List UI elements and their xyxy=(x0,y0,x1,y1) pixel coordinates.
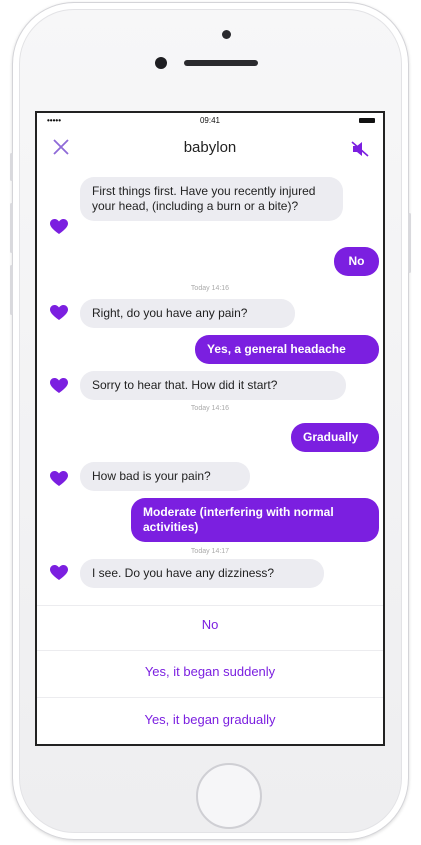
timestamp: Today 14:17 xyxy=(190,548,230,555)
earpiece-speaker xyxy=(184,60,258,66)
battery-icon xyxy=(359,118,375,123)
babylon-heart-avatar xyxy=(50,378,68,394)
power-button xyxy=(408,213,411,273)
status-time: 09:41 xyxy=(199,116,221,125)
user-message: No xyxy=(334,247,379,276)
nav-bar: babylon xyxy=(37,131,383,165)
bot-message: Sorry to hear that. How did it start? xyxy=(80,371,346,400)
option-no[interactable]: No xyxy=(37,617,383,632)
timestamp: Today 14:16 xyxy=(190,405,230,412)
front-camera xyxy=(155,57,167,69)
bot-message: How bad is your pain? xyxy=(80,462,250,491)
volume-up-button xyxy=(10,203,13,253)
chat-thread: First things first. Have you recently in… xyxy=(37,165,383,588)
babylon-heart-avatar xyxy=(50,565,68,581)
user-message: Gradually xyxy=(291,423,379,452)
divider xyxy=(37,650,383,651)
user-message: Yes, a general headache xyxy=(195,335,379,364)
speaker-muted-icon[interactable] xyxy=(351,141,369,157)
babylon-heart-avatar xyxy=(50,219,68,235)
answer-options: No Yes, it began suddenly Yes, it began … xyxy=(37,605,383,744)
timestamp: Today 14:16 xyxy=(190,285,230,292)
option-began-gradually[interactable]: Yes, it began gradually xyxy=(37,712,383,727)
bot-message: I see. Do you have any dizziness? xyxy=(80,559,324,588)
page-title: babylon xyxy=(183,139,237,156)
volume-down-button xyxy=(10,265,13,315)
bot-message: Right, do you have any pain? xyxy=(80,299,295,328)
camera-dot xyxy=(222,30,231,39)
babylon-heart-avatar xyxy=(50,471,68,487)
status-bar: ••••• 09:41 xyxy=(37,113,383,129)
user-message: Moderate (interfering with normal activi… xyxy=(131,498,379,542)
divider xyxy=(37,697,383,698)
mute-switch xyxy=(10,153,13,181)
bot-message: First things first. Have you recently in… xyxy=(80,177,343,221)
option-began-suddenly[interactable]: Yes, it began suddenly xyxy=(37,664,383,679)
phone-screen: ••••• 09:41 babylon First things first. … xyxy=(35,111,385,746)
home-button[interactable] xyxy=(196,763,262,829)
babylon-heart-avatar xyxy=(50,305,68,321)
divider xyxy=(37,605,383,606)
